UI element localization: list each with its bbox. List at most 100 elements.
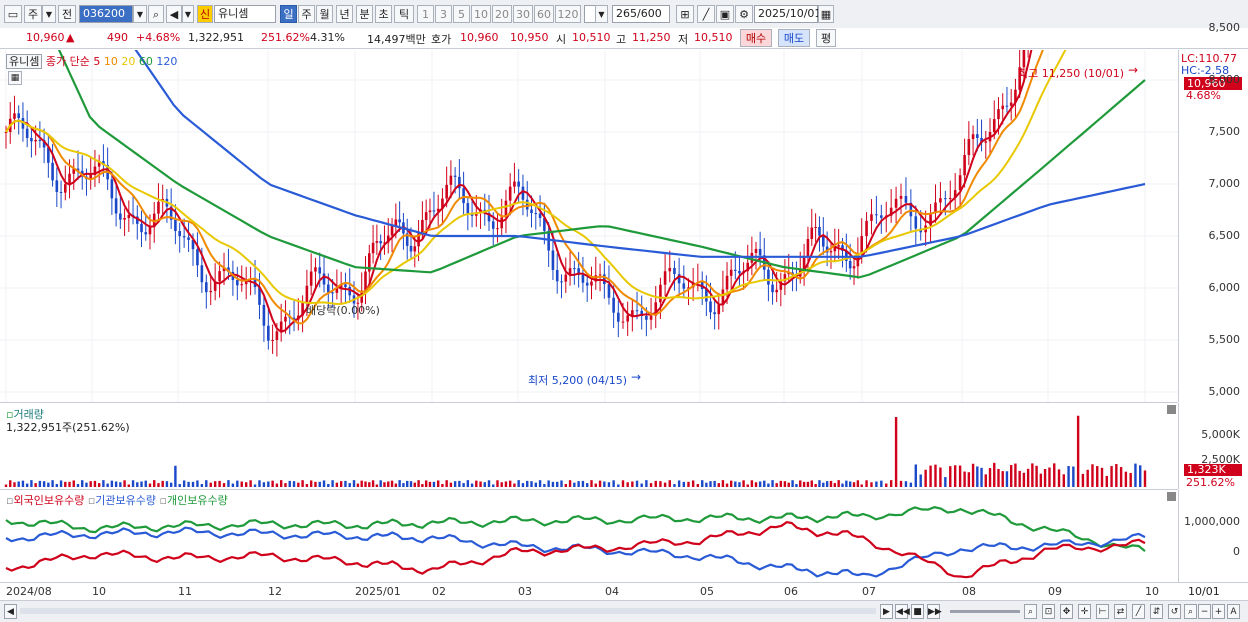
zoom-out-icon[interactable]: ⌕ [1184,604,1197,619]
tab-month[interactable]: 월 [316,5,333,23]
volume-bar [894,417,898,487]
candle [394,219,398,226]
search-icon[interactable]: ⌕ [148,5,164,23]
speaker-dropdown-icon[interactable]: ▼ [182,5,194,23]
ruler-icon[interactable]: ⊢ [1096,604,1109,619]
history-icon[interactable]: ↺ [1168,604,1181,619]
tab-tick[interactable]: 틱 [394,5,414,23]
volume-bar [106,483,109,487]
interval-120[interactable]: 120 [555,5,581,23]
auto-icon[interactable]: A [1227,604,1240,619]
count-value: 265 [616,7,637,20]
move-icon[interactable]: ✥ [1060,604,1073,619]
window-icon[interactable]: ▭ [4,5,22,23]
price-chart[interactable] [0,50,1178,402]
x-axis-label: 11 [178,585,192,598]
date-input[interactable]: 2025/10/01 [754,5,821,23]
interval-60[interactable]: 60 [534,5,554,23]
volume-bar [521,483,525,487]
code-dropdown-icon[interactable]: ▼ [133,5,147,23]
interval-20[interactable]: 20 [492,5,512,23]
fast-forward-icon[interactable]: ▶▶ [927,604,942,619]
rewind-icon[interactable]: ◀◀ [895,604,910,619]
speaker-icon[interactable]: ◀ [166,5,182,23]
interval-5[interactable]: 5 [453,5,470,23]
candle [590,281,593,286]
tab-second[interactable]: 초 [375,5,392,23]
volume-bar [980,467,983,487]
x-axis-label: 07 [862,585,876,598]
volume-bar [530,481,533,487]
volume-bar [1014,463,1017,487]
scroll-right-icon[interactable]: ▶ [880,604,893,619]
trend-icon[interactable]: ╱ [1132,604,1145,619]
count-field[interactable]: 265/600 [612,5,670,23]
compare-icon[interactable]: ⇄ [1114,604,1127,619]
period-prefix-button[interactable]: 주 [24,5,42,23]
volume-bar [432,481,436,487]
volume-bar [1062,474,1065,487]
close-icon[interactable] [1167,492,1176,501]
stock-name-field[interactable]: 유니셈 [214,5,276,23]
tab-year[interactable]: 년 [336,5,353,23]
scrollbar-track[interactable] [20,608,876,614]
interval-dropdown-icon[interactable]: ▼ [595,5,608,23]
candle [848,260,852,269]
close-icon[interactable] [1167,405,1176,414]
candle [17,113,21,119]
minus-icon[interactable]: − [1198,604,1211,619]
sell-button[interactable]: 매도 [778,29,810,47]
scroll-left-icon[interactable]: ◀ [4,604,17,619]
zoom-icon[interactable]: ⌕ [1024,604,1037,619]
volume-chart[interactable] [0,403,1178,489]
volume-bar [1039,473,1043,487]
volume-bar [1119,467,1123,487]
volume-bar [387,481,390,487]
split-icon[interactable]: ⇵ [1150,604,1163,619]
volume-bar [837,480,840,487]
prev-button[interactable]: 전 [58,5,76,23]
stop-icon[interactable]: ■ [911,604,924,619]
buy-button[interactable]: 매수 [740,29,772,47]
grid-icon[interactable]: ▦ [8,71,22,85]
candle [870,214,873,221]
volume-bar [196,480,199,487]
volume-bar [635,480,639,487]
x-axis-label: 10 [92,585,106,598]
average-button[interactable]: 평 [816,29,836,47]
tab-day[interactable]: 일 [280,5,297,23]
crosshair-icon[interactable]: ✛ [1078,604,1091,619]
volume-bar [487,480,491,487]
candle [525,199,529,210]
institution-holdings-line [5,526,1146,578]
interval-3[interactable]: 3 [435,5,452,23]
volume-bar [331,480,334,487]
candle [413,246,417,252]
chart-type-icon[interactable]: ⊞ [676,5,694,23]
volume-bar [852,482,856,487]
chevron-down-icon[interactable]: ▼ [42,5,56,23]
plus-icon[interactable]: + [1212,604,1225,619]
price-legend: 유니셈 종가 단순 5 10 20 60 120 [6,53,177,69]
calendar-icon[interactable]: ▦ [818,5,834,23]
tab-week[interactable]: 주 [298,5,315,23]
zoom-slider[interactable] [950,610,1020,613]
fit-icon[interactable]: ⊡ [1042,604,1055,619]
volume-bar [949,466,952,487]
draw-icon[interactable]: ╱ [697,5,715,23]
volume-bar [504,481,508,487]
volume-bar [564,484,567,487]
stock-title[interactable]: 유니셈 [6,54,43,69]
tab-minute[interactable]: 분 [356,5,373,23]
interval-1[interactable]: 1 [417,5,434,23]
gear-icon[interactable]: ⚙ [735,5,753,23]
stock-code-input[interactable]: 036200 [79,5,133,23]
price-tick-label: 8,500 [1208,21,1241,34]
interval-30[interactable]: 30 [513,5,533,23]
volume-bar [174,465,177,487]
candle [880,215,883,218]
candle [649,315,653,320]
interval-10[interactable]: 10 [471,5,491,23]
volume-bar [301,480,304,487]
save-icon[interactable]: ▣ [716,5,734,23]
